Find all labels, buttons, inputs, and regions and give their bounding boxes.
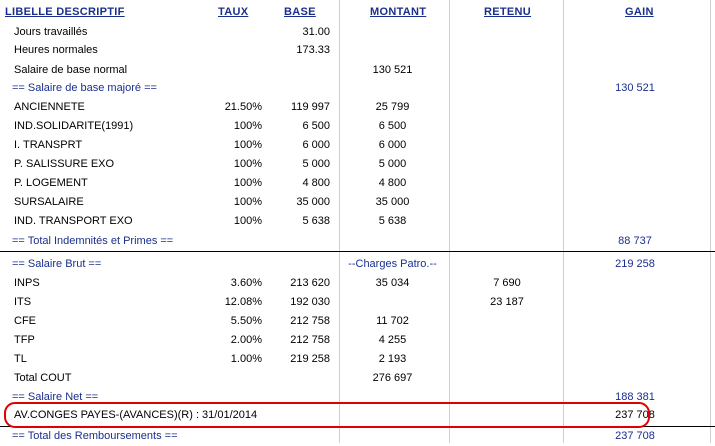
- table-row: IND.SOLIDARITE(1991) 100% 6 500 6 500: [0, 118, 715, 136]
- cell-libelle: SURSALAIRE: [14, 196, 84, 208]
- cell-montant: 6 000: [378, 139, 407, 151]
- table-row: P. SALISSURE EXO 100% 5 000 5 000: [0, 156, 715, 174]
- table-row: Total COUT 276 697: [0, 370, 715, 388]
- table-row: P. LOGEMENT 100% 4 800 4 800: [0, 175, 715, 193]
- cell-montant: 4 800: [378, 177, 407, 189]
- table-row: == Total Indemnités et Primes == 88 737: [0, 233, 715, 251]
- cell-base: 192 030: [290, 296, 330, 308]
- cell-taux: 100%: [233, 120, 262, 132]
- cell-libelle: ANCIENNETE: [14, 101, 85, 113]
- cell-gain: 88 737: [618, 235, 652, 247]
- cell-montant: 35 000: [375, 196, 410, 208]
- cell-libelle: P. SALISSURE EXO: [14, 158, 115, 170]
- table-row: INPS 3.60% 213 620 35 034 7 690: [0, 275, 715, 293]
- cell-libelle: Heures normales: [14, 44, 98, 56]
- cell-taux: 2.00%: [230, 334, 262, 346]
- table-row: Jours travaillés 31.00: [0, 24, 715, 42]
- cell-libelle: Jours travaillés: [14, 26, 88, 38]
- cell-montant: 2 193: [378, 353, 407, 365]
- cell-base: 219 258: [290, 353, 330, 365]
- cell-taux: 3.60%: [230, 277, 262, 289]
- table-row: ANCIENNETE 21.50% 119 997 25 799: [0, 99, 715, 117]
- cell-retenu: 23 187: [490, 296, 524, 308]
- cell-base: 213 620: [290, 277, 330, 289]
- table-row: IND. TRANSPORT EXO 100% 5 638 5 638: [0, 213, 715, 231]
- cell-montant: 276 697: [372, 372, 413, 384]
- cell-gain: 219 258: [615, 258, 655, 270]
- cell-montant: 4 255: [378, 334, 407, 346]
- cell-taux: 100%: [233, 196, 262, 208]
- cell-montant: 25 799: [375, 101, 410, 113]
- cell-montant: 11 702: [376, 315, 409, 327]
- cell-taux: 12.08%: [224, 296, 262, 308]
- table-row: Salaire de base normal 130 521: [0, 62, 715, 80]
- header-base: BASE: [284, 6, 316, 18]
- table-row: Heures normales 173.33: [0, 42, 715, 60]
- cell-taux: 100%: [233, 139, 262, 151]
- cell-base: 119 997: [291, 101, 330, 113]
- cell-taux: 100%: [233, 215, 262, 227]
- cell-montant: 6 500: [378, 120, 407, 132]
- cell-libelle: TFP: [14, 334, 35, 346]
- cell-montant: 35 034: [375, 277, 410, 289]
- cell-montant: 5 638: [378, 215, 407, 227]
- cell-libelle: P. LOGEMENT: [14, 177, 88, 189]
- cell-libelle: CFE: [14, 315, 36, 327]
- header-montant: MONTANT: [370, 6, 427, 18]
- cell-taux: 100%: [233, 158, 262, 170]
- separator-line: [0, 251, 715, 252]
- cell-taux: 21.50%: [224, 101, 262, 113]
- cell-libelle: INPS: [14, 277, 40, 289]
- cell-taux: 100%: [233, 177, 262, 189]
- cell-base: 6 000: [302, 139, 330, 151]
- header-gain: GAIN: [625, 6, 654, 18]
- cell-base: 5 638: [302, 215, 330, 227]
- table-row: I. TRANSPRT 100% 6 000 6 000: [0, 137, 715, 155]
- cell-base: 212 758: [290, 315, 330, 327]
- cell-gain: 237 708: [615, 430, 655, 442]
- table-row: ITS 12.08% 192 030 23 187: [0, 294, 715, 312]
- cell-base: 6 500: [302, 120, 330, 132]
- cell-retenu: 7 690: [493, 277, 521, 289]
- highlight-circle: [4, 402, 650, 428]
- table-row: == Salaire Brut == --Charges Patro.-- 219 …: [0, 256, 715, 274]
- header-retenu: RETENU: [484, 6, 532, 18]
- cell-base: 31.00: [302, 26, 330, 38]
- cell-libelle: I. TRANSPRT: [14, 139, 83, 151]
- cell-montant: 5 000: [378, 158, 407, 170]
- table-row: TL 1.00% 219 258 2 193: [0, 351, 715, 369]
- table-row: SURSALAIRE 100% 35 000 35 000: [0, 194, 715, 212]
- cell-libelle: == Salaire de base majoré ==: [12, 82, 157, 94]
- header-taux: TAUX: [218, 6, 249, 18]
- cell-taux: 1.00%: [230, 353, 262, 365]
- cell-libelle: ITS: [14, 296, 32, 308]
- cell-montant: 130 521: [372, 64, 413, 76]
- table-row: == Total des Remboursements == 237 708: [0, 428, 715, 446]
- cell-libelle: == Salaire Brut ==: [12, 258, 102, 270]
- header-libelle: LIBELLE DESCRIPTIF: [5, 6, 125, 18]
- cell-base: 5 000: [302, 158, 330, 170]
- cell-base: 35 000: [296, 196, 330, 208]
- cell-gain: 130 521: [615, 82, 655, 94]
- table-row: == Salaire de base majoré == 130 521: [0, 80, 715, 98]
- cell-montant: --Charges Patro.--: [348, 258, 437, 270]
- cell-base: 173.33: [296, 44, 330, 56]
- cell-libelle: TL: [14, 353, 27, 365]
- cell-base: 4 800: [302, 177, 330, 189]
- table-row: TFP 2.00% 212 758 4 255: [0, 332, 715, 350]
- cell-base: 212 758: [290, 334, 330, 346]
- cell-libelle: == Total Indemnités et Primes ==: [12, 235, 174, 247]
- cell-libelle: Salaire de base normal: [14, 64, 128, 76]
- cell-libelle: Total COUT: [14, 372, 72, 384]
- cell-libelle: IND.SOLIDARITE(1991): [14, 120, 134, 132]
- table-row: CFE 5.50% 212 758 11 702: [0, 313, 715, 331]
- cell-libelle: == Total des Remboursements ==: [12, 430, 178, 442]
- cell-taux: 5.50%: [230, 315, 262, 327]
- cell-libelle: IND. TRANSPORT EXO: [14, 215, 133, 227]
